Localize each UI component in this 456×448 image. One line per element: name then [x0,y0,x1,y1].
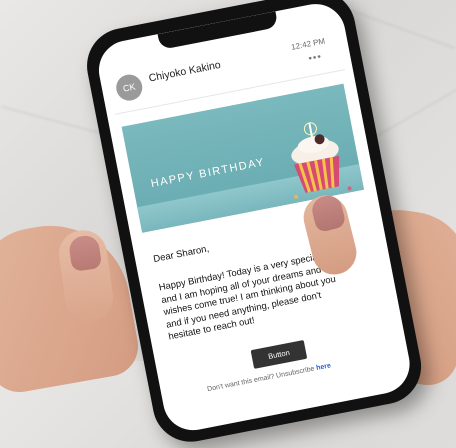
sender-name: Chiyoko Kakino [147,58,222,85]
sprinkle [347,186,352,191]
unsubscribe-link[interactable]: here [316,362,332,372]
phone: CK Chiyoko Kakino 12:42 PM ••• HAPPY BIR… [80,0,428,448]
phone-screen: CK Chiyoko Kakino 12:42 PM ••• HAPPY BIR… [93,0,415,436]
more-options-icon[interactable]: ••• [308,51,323,64]
email-time: 12:42 PM [290,36,326,52]
cupcake-illustration [291,122,352,199]
email-greeting: Dear Sharon, [152,243,211,266]
unsubscribe-text: Don't want this email? Unsubscribe [206,365,318,394]
sprinkle [294,194,299,199]
email-cta-button[interactable]: Button [250,339,308,369]
avatar[interactable]: CK [114,72,145,103]
email-footer: Don't want this email? Unsubscribe here [207,362,332,393]
